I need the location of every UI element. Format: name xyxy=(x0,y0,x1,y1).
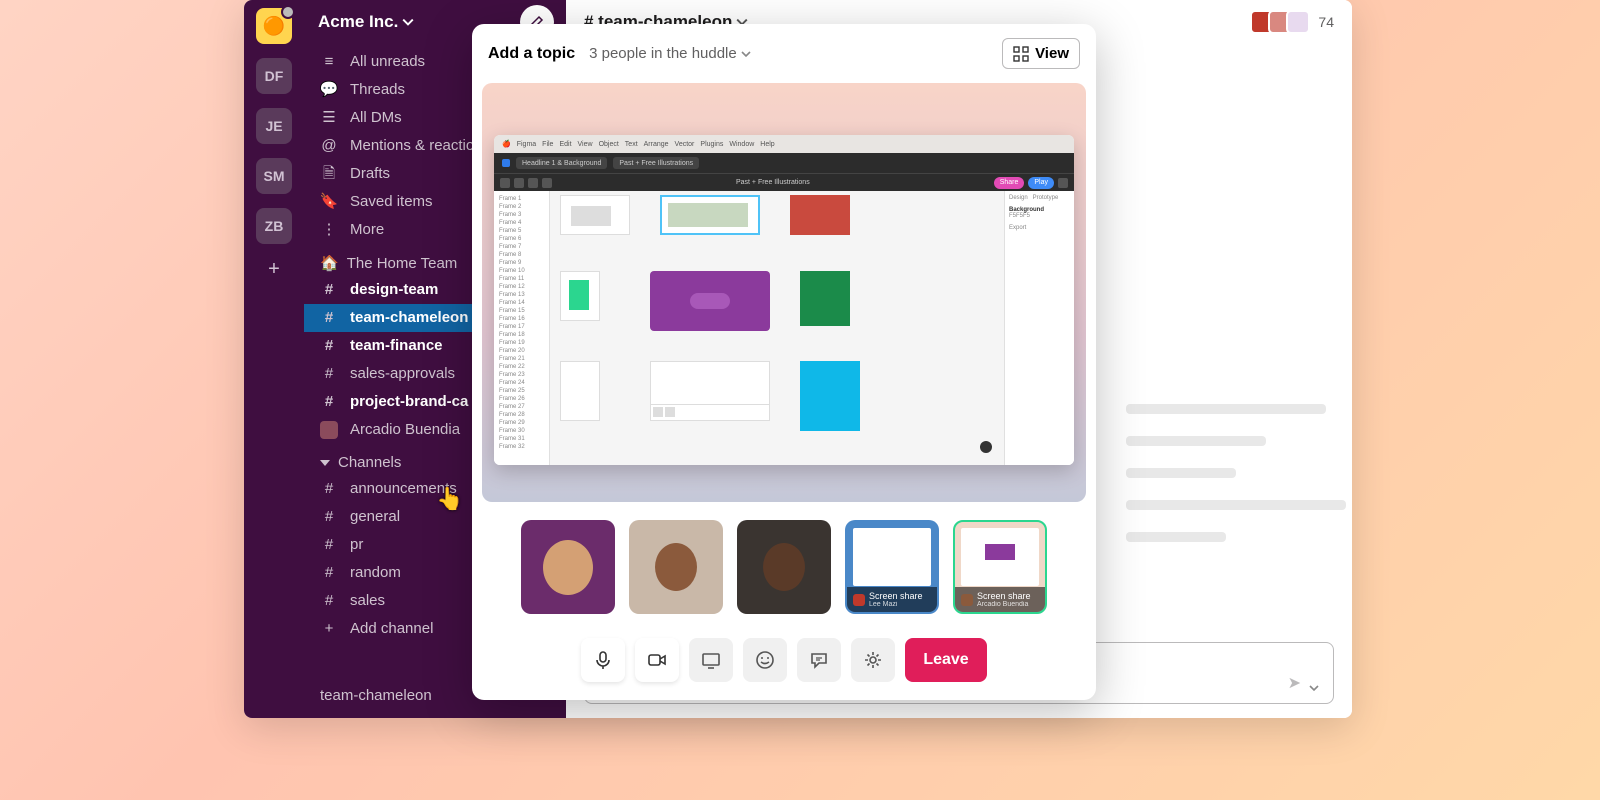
org-rail: 🟠 DF JE SM ZB + xyxy=(244,0,304,718)
add-workspace[interactable]: + xyxy=(268,258,280,281)
grid-icon xyxy=(1013,46,1029,62)
threads-icon: 💬 xyxy=(320,80,338,100)
figma-frames xyxy=(550,191,1004,465)
huddle-window: Add a topic 3 people in the huddle View … xyxy=(472,24,1096,700)
shared-screen: 🍎FigmaFileEditViewObjectTextArrangeVecto… xyxy=(494,135,1074,465)
screenshare-tile[interactable]: Screen shareLee Mazi xyxy=(845,520,939,614)
workspace-zb[interactable]: ZB xyxy=(256,208,292,244)
participant-tiles: Screen shareLee Mazi Screen shareArcadio… xyxy=(472,502,1096,628)
workspace-df[interactable]: DF xyxy=(256,58,292,94)
leave-button[interactable]: Leave xyxy=(905,638,986,682)
huddle-header: Add a topic 3 people in the huddle View xyxy=(472,24,1096,83)
mic-icon xyxy=(593,650,613,670)
settings-button[interactable] xyxy=(851,638,895,682)
bookmark-icon: 🔖 xyxy=(320,192,338,212)
figma-tabs: Headline 1 & Background Past + Free Illu… xyxy=(494,153,1074,173)
macos-menubar: 🍎FigmaFileEditViewObjectTextArrangeVecto… xyxy=(494,135,1074,153)
emoji-icon xyxy=(755,650,775,670)
avatar-stack xyxy=(1256,10,1310,34)
unreads-icon: ≡ xyxy=(320,52,338,72)
figma-canvas: Frame 1Frame 2Frame 3Frame 4Frame 5Frame… xyxy=(494,191,1074,465)
thread-icon xyxy=(809,650,829,670)
screen-share-view: 🍎FigmaFileEditViewObjectTextArrangeVecto… xyxy=(482,83,1086,502)
participant-video[interactable] xyxy=(521,520,615,614)
participant-video[interactable] xyxy=(629,520,723,614)
dms-icon: ☰ xyxy=(320,108,338,128)
participant-video[interactable] xyxy=(737,520,831,614)
view-button[interactable]: View xyxy=(1002,38,1080,69)
react-button[interactable] xyxy=(743,638,787,682)
chevron-down-icon[interactable] xyxy=(1309,683,1319,693)
figma-tab: Past + Free Illustrations xyxy=(613,157,699,169)
workspace-logo[interactable]: 🟠 xyxy=(256,8,292,44)
huddle-controls: Leave xyxy=(472,628,1096,700)
member-count: 74 xyxy=(1318,14,1334,30)
screenshare-tile-active[interactable]: Screen shareArcadio Buendia xyxy=(953,520,1047,614)
video-icon xyxy=(647,650,667,670)
more-icon: ⋮ xyxy=(320,220,338,240)
gear-icon xyxy=(863,650,883,670)
workspace-name: Acme Inc. xyxy=(318,12,414,32)
workspace-je[interactable]: JE xyxy=(256,108,292,144)
plus-icon: + xyxy=(320,619,338,639)
figma-layers: Frame 1Frame 2Frame 3Frame 4Frame 5Frame… xyxy=(494,191,550,465)
drafts-icon: 🗎 xyxy=(320,164,338,184)
figma-tab: Headline 1 & Background xyxy=(516,157,607,169)
screen-icon xyxy=(701,650,721,670)
mentions-icon: @ xyxy=(320,136,338,156)
channel-members[interactable]: 74 xyxy=(1256,10,1334,34)
mute-button[interactable] xyxy=(581,638,625,682)
thread-button[interactable] xyxy=(797,638,841,682)
chevron-down-icon xyxy=(402,16,414,28)
huddle-topic[interactable]: Add a topic xyxy=(488,45,575,63)
figma-toolbar: Past + Free Illustrations Share Play xyxy=(494,173,1074,191)
huddle-subtitle[interactable]: 3 people in the huddle xyxy=(589,45,751,62)
send-icon[interactable]: ➤ xyxy=(1288,673,1301,693)
workspace-sm[interactable]: SM xyxy=(256,158,292,194)
figma-inspector: Design Prototype Background F5F5F5 Expor… xyxy=(1004,191,1074,465)
share-button[interactable] xyxy=(689,638,733,682)
caret-down-icon xyxy=(320,460,330,466)
chevron-down-icon xyxy=(741,49,751,59)
video-button[interactable] xyxy=(635,638,679,682)
